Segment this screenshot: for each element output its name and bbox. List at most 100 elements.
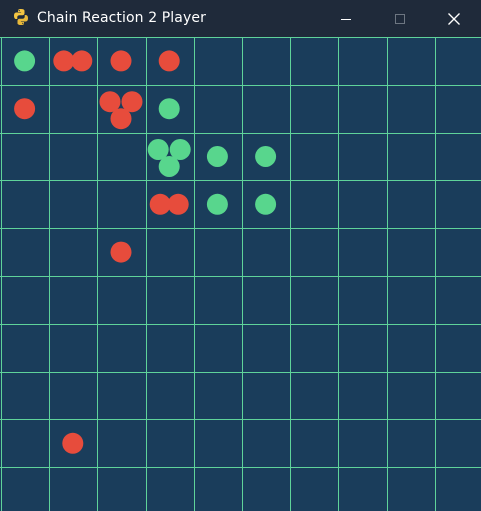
board-cell-9-4[interactable]	[194, 467, 242, 511]
board-cell-5-6[interactable]	[290, 276, 338, 324]
board-cell-8-8[interactable]	[387, 419, 435, 467]
board-cell-7-2[interactable]	[97, 372, 145, 420]
board-cell-9-2[interactable]	[97, 467, 145, 511]
board-cell-4-7[interactable]	[338, 228, 386, 276]
board-cell-2-0[interactable]	[1, 133, 49, 181]
board-cell-5-1[interactable]	[49, 276, 97, 324]
orb	[71, 50, 93, 72]
orb	[110, 108, 132, 130]
board-cell-1-8[interactable]	[387, 85, 435, 133]
board-cell-6-2[interactable]	[97, 324, 145, 372]
board-cell-9-6[interactable]	[290, 467, 338, 511]
board-cell-2-2[interactable]	[97, 133, 145, 181]
board-cell-1-9[interactable]	[435, 85, 481, 133]
board-cell-6-7[interactable]	[338, 324, 386, 372]
board-cell-7-0[interactable]	[1, 372, 49, 420]
board-cell-9-7[interactable]	[338, 467, 386, 511]
close-button[interactable]	[431, 0, 477, 37]
board-cell-4-9[interactable]	[435, 228, 481, 276]
board-cell-5-7[interactable]	[338, 276, 386, 324]
board-cell-3-0[interactable]	[1, 180, 49, 228]
window-title: Chain Reaction 2 Player	[37, 10, 206, 26]
board-cell-2-8[interactable]	[387, 133, 435, 181]
board-cell-9-0[interactable]	[1, 467, 49, 511]
board-cell-3-2[interactable]	[97, 180, 145, 228]
board-cell-8-0[interactable]	[1, 419, 49, 467]
board-cell-1-6[interactable]	[290, 85, 338, 133]
board-cell-8-9[interactable]	[435, 419, 481, 467]
board-cell-4-3[interactable]	[146, 228, 194, 276]
board-cell-7-1[interactable]	[49, 372, 97, 420]
board-cell-0-9[interactable]	[435, 37, 481, 85]
board-cell-9-3[interactable]	[146, 467, 194, 511]
board-cell-4-0[interactable]	[1, 228, 49, 276]
board-cell-3-9[interactable]	[435, 180, 481, 228]
board-cell-0-5[interactable]	[242, 37, 290, 85]
board-cell-2-6[interactable]	[290, 133, 338, 181]
board-cell-8-7[interactable]	[338, 419, 386, 467]
board-cell-1-7[interactable]	[338, 85, 386, 133]
board-cell-9-9[interactable]	[435, 467, 481, 511]
board-cell-6-3[interactable]	[146, 324, 194, 372]
board-cell-6-6[interactable]	[290, 324, 338, 372]
board-cell-2-9[interactable]	[435, 133, 481, 181]
board-cell-8-5[interactable]	[242, 419, 290, 467]
board-cell-5-2[interactable]	[97, 276, 145, 324]
minimize-button[interactable]	[323, 0, 369, 37]
board-cell-8-2[interactable]	[97, 419, 145, 467]
board-cell-0-8[interactable]	[387, 37, 435, 85]
board-cell-7-5[interactable]	[242, 372, 290, 420]
board-cell-4-1[interactable]	[49, 228, 97, 276]
board-cell-3-1[interactable]	[49, 180, 97, 228]
board-cell-7-7[interactable]	[338, 372, 386, 420]
board-cell-6-0[interactable]	[1, 324, 49, 372]
orb	[255, 146, 277, 167]
board-cell-8-6[interactable]	[290, 419, 338, 467]
board-cell-4-5[interactable]	[242, 228, 290, 276]
board-cell-6-8[interactable]	[387, 324, 435, 372]
board-cell-4-8[interactable]	[387, 228, 435, 276]
game-board[interactable]	[0, 37, 481, 511]
python-icon	[12, 8, 30, 26]
board-grid[interactable]	[0, 37, 481, 511]
board-cell-5-9[interactable]	[435, 276, 481, 324]
board-cell-6-4[interactable]	[194, 324, 242, 372]
board-cell-9-1[interactable]	[49, 467, 97, 511]
board-cell-6-5[interactable]	[242, 324, 290, 372]
board-cell-5-8[interactable]	[387, 276, 435, 324]
board-cell-3-6[interactable]	[290, 180, 338, 228]
minimize-icon	[341, 18, 351, 20]
board-cell-1-1[interactable]	[49, 85, 97, 133]
board-cell-7-9[interactable]	[435, 372, 481, 420]
board-cell-7-6[interactable]	[290, 372, 338, 420]
board-cell-9-5[interactable]	[242, 467, 290, 511]
orb	[158, 98, 180, 120]
board-cell-6-9[interactable]	[435, 324, 481, 372]
board-cell-4-6[interactable]	[290, 228, 338, 276]
orb	[110, 241, 132, 263]
board-cell-0-7[interactable]	[338, 37, 386, 85]
board-cell-2-7[interactable]	[338, 133, 386, 181]
board-cell-5-4[interactable]	[194, 276, 242, 324]
board-cell-0-4[interactable]	[194, 37, 242, 85]
board-cell-6-1[interactable]	[49, 324, 97, 372]
board-cell-4-4[interactable]	[194, 228, 242, 276]
board-cell-9-8[interactable]	[387, 467, 435, 511]
board-cell-7-8[interactable]	[387, 372, 435, 420]
board-cell-5-3[interactable]	[146, 276, 194, 324]
orb	[14, 98, 36, 120]
board-cell-7-3[interactable]	[146, 372, 194, 420]
orb	[62, 432, 84, 454]
board-cell-8-3[interactable]	[146, 419, 194, 467]
board-cell-5-5[interactable]	[242, 276, 290, 324]
board-cell-1-5[interactable]	[242, 85, 290, 133]
board-cell-8-4[interactable]	[194, 419, 242, 467]
board-cell-7-4[interactable]	[194, 372, 242, 420]
board-cell-2-1[interactable]	[49, 133, 97, 181]
board-cell-1-4[interactable]	[194, 85, 242, 133]
board-cell-3-8[interactable]	[387, 180, 435, 228]
board-cell-3-7[interactable]	[338, 180, 386, 228]
board-cell-0-6[interactable]	[290, 37, 338, 85]
board-cell-5-0[interactable]	[1, 276, 49, 324]
maximize-button[interactable]	[377, 0, 423, 37]
